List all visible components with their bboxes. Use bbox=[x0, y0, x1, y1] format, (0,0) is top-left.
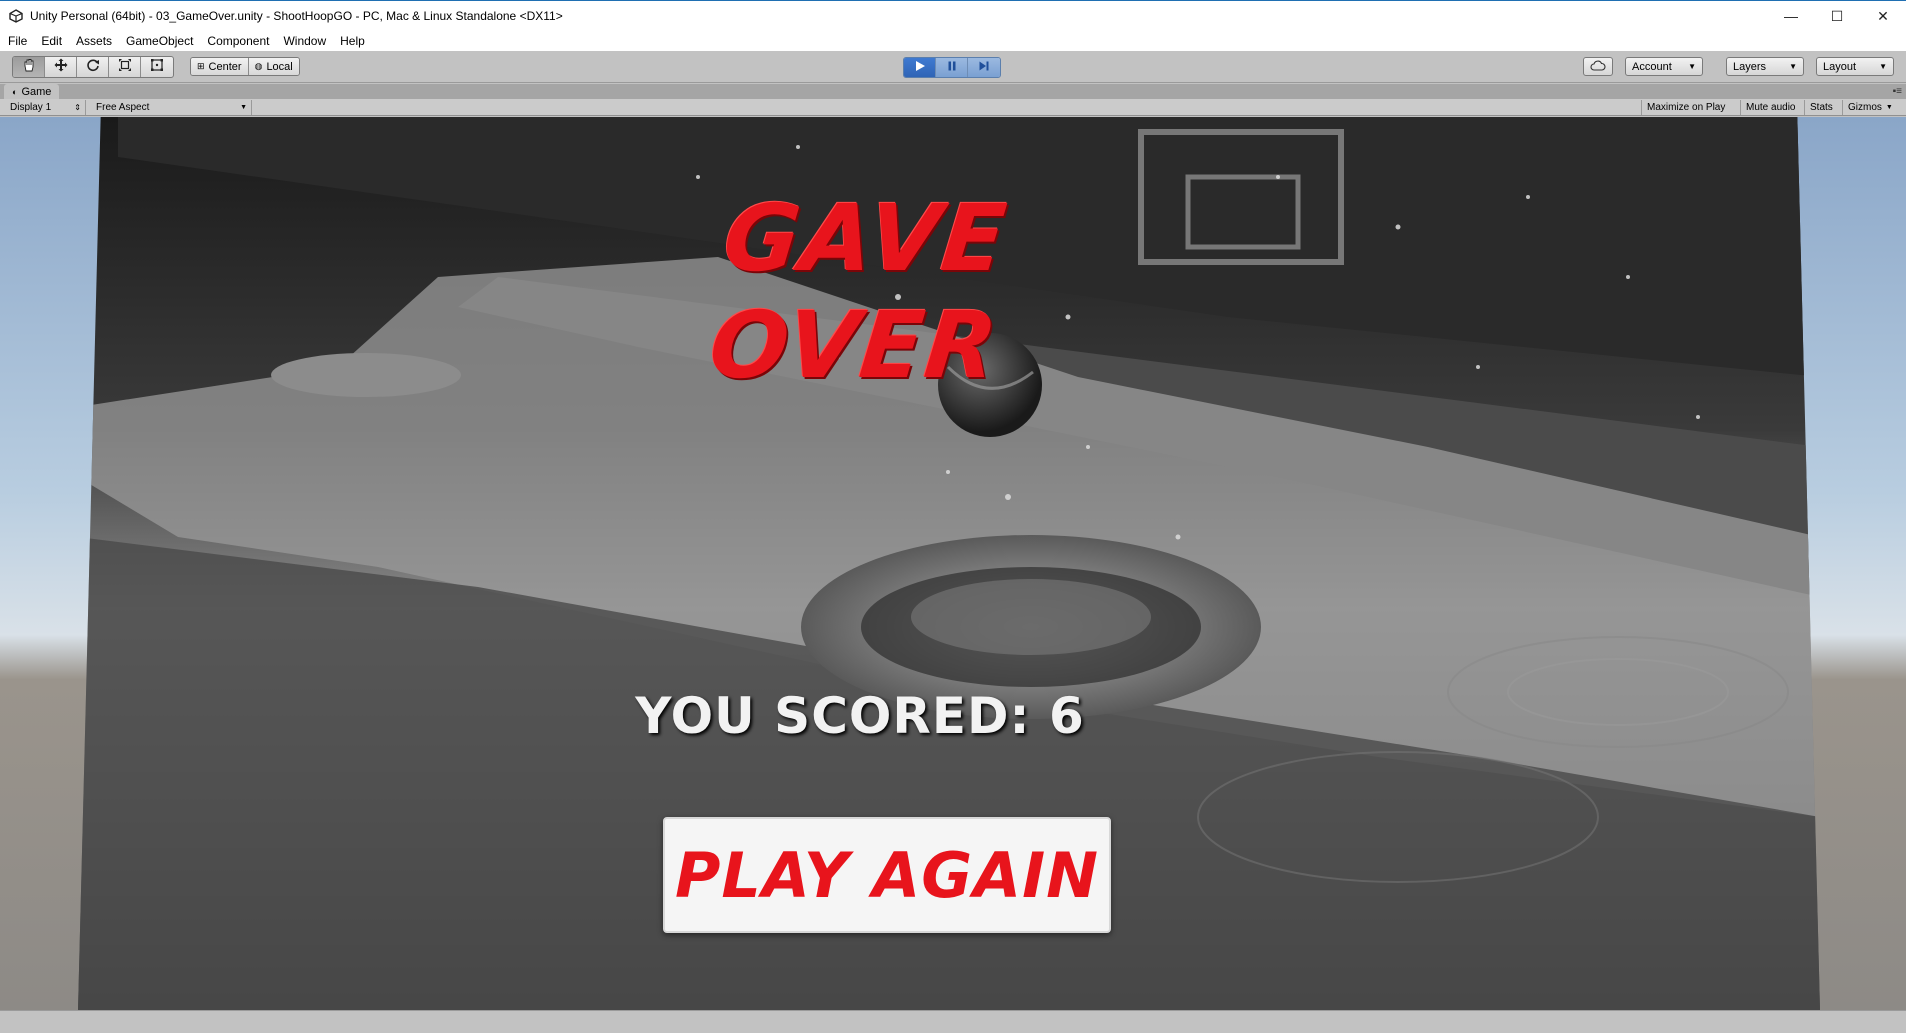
panel-tab-bar: ◐ Game ▪≡ bbox=[0, 84, 1906, 99]
hand-icon bbox=[22, 58, 36, 77]
local-space-icon: ◍ bbox=[254, 61, 263, 71]
playback-controls bbox=[903, 57, 1001, 78]
maximize-button[interactable]: ☐ bbox=[1814, 1, 1860, 31]
display-label: Display 1 bbox=[10, 102, 52, 113]
pivot-local-button[interactable]: ◍ Local bbox=[248, 58, 299, 75]
mute-audio-toggle[interactable]: Mute audio bbox=[1740, 100, 1804, 115]
score-text: YOU SCORED: 6 bbox=[635, 687, 1085, 745]
tab-game-label: Game bbox=[21, 85, 52, 98]
menu-help[interactable]: Help bbox=[333, 34, 372, 48]
move-icon bbox=[54, 58, 68, 77]
game-over-title: GAVE OVER bbox=[704, 185, 1013, 399]
aspect-dropdown[interactable]: Free Aspect ▼ bbox=[92, 100, 252, 115]
pivot-local-label: Local bbox=[266, 60, 293, 73]
window-title-bar: Unity Personal (64bit) - 03_GameOver.uni… bbox=[0, 0, 1906, 31]
center-pivot-icon: ⊞ bbox=[197, 61, 205, 71]
gizmos-dropdown[interactable]: Gizmos ▼ bbox=[1842, 100, 1902, 115]
rect-tool-button[interactable] bbox=[141, 57, 173, 77]
dropdown-arrow-icon: ▼ bbox=[1879, 62, 1887, 71]
move-tool-button[interactable] bbox=[45, 57, 77, 77]
display-dropdown[interactable]: Display 1 ⇕ bbox=[6, 100, 86, 115]
game-view-controls: Display 1 ⇕ Free Aspect ▼ Maximize on Pl… bbox=[0, 99, 1906, 116]
maximize-on-play-label: Maximize on Play bbox=[1647, 102, 1726, 113]
dropdown-arrow-icon: ▼ bbox=[1688, 62, 1696, 71]
menu-window[interactable]: Window bbox=[276, 34, 333, 48]
cloud-icon bbox=[1590, 60, 1606, 74]
game-view-icon: ◐ bbox=[12, 86, 18, 97]
play-again-label: PLAY AGAIN bbox=[674, 838, 1100, 912]
maximize-on-play-toggle[interactable]: Maximize on Play bbox=[1641, 100, 1740, 115]
account-dropdown[interactable]: Account ▼ bbox=[1625, 57, 1703, 76]
menu-gameobject[interactable]: GameObject bbox=[119, 34, 200, 48]
step-button[interactable] bbox=[968, 58, 1000, 77]
play-button[interactable] bbox=[904, 58, 936, 77]
updown-arrow-icon: ⇕ bbox=[74, 103, 81, 112]
dropdown-arrow-icon: ▼ bbox=[1789, 62, 1797, 71]
dropdown-arrow-icon: ▼ bbox=[1885, 104, 1893, 111]
layers-dropdown[interactable]: Layers ▼ bbox=[1726, 57, 1804, 76]
transform-tools bbox=[12, 56, 174, 78]
panel-menu-icon[interactable]: ▪≡ bbox=[1893, 86, 1902, 97]
play-again-button[interactable]: PLAY AGAIN bbox=[663, 817, 1111, 933]
menu-bar: File Edit Assets GameObject Component Wi… bbox=[0, 31, 1906, 51]
pivot-center-label: Center bbox=[208, 60, 242, 73]
collab-cloud-button[interactable] bbox=[1583, 57, 1613, 76]
stats-label: Stats bbox=[1810, 102, 1833, 113]
rotate-icon bbox=[86, 58, 100, 77]
pause-icon bbox=[946, 59, 958, 77]
window-title: Unity Personal (64bit) - 03_GameOver.uni… bbox=[30, 9, 563, 23]
aspect-label: Free Aspect bbox=[96, 102, 150, 113]
step-icon bbox=[978, 59, 990, 77]
layers-label: Layers bbox=[1733, 60, 1767, 73]
menu-component[interactable]: Component bbox=[200, 34, 276, 48]
rect-transform-icon bbox=[150, 58, 164, 77]
pause-button[interactable] bbox=[936, 58, 968, 77]
scale-icon bbox=[118, 58, 132, 77]
menu-edit[interactable]: Edit bbox=[34, 34, 69, 48]
account-label: Account bbox=[1632, 60, 1672, 73]
window-controls: — ☐ ✕ bbox=[1768, 1, 1906, 31]
close-button[interactable]: ✕ bbox=[1860, 1, 1906, 31]
unity-logo-icon bbox=[8, 8, 24, 24]
rotate-tool-button[interactable] bbox=[77, 57, 109, 77]
layout-dropdown[interactable]: Layout ▼ bbox=[1816, 57, 1894, 76]
status-bar bbox=[0, 1010, 1906, 1033]
gizmos-label: Gizmos bbox=[1848, 102, 1882, 113]
main-toolbar: ⊞ Center ◍ Local Account ▼ Layers ▼ Layo… bbox=[0, 51, 1906, 83]
play-icon bbox=[914, 59, 926, 77]
hand-tool-button[interactable] bbox=[13, 57, 45, 77]
minimize-button[interactable]: — bbox=[1768, 1, 1814, 31]
stats-toggle[interactable]: Stats bbox=[1804, 100, 1842, 115]
layout-label: Layout bbox=[1823, 60, 1857, 73]
tab-game[interactable]: ◐ Game bbox=[4, 84, 60, 99]
pivot-toggles: ⊞ Center ◍ Local bbox=[190, 57, 300, 76]
menu-file[interactable]: File bbox=[0, 34, 34, 48]
scale-tool-button[interactable] bbox=[109, 57, 141, 77]
game-viewport[interactable]: GAVE OVER YOU SCORED: 6 PLAY AGAIN bbox=[0, 117, 1906, 1010]
dropdown-arrow-icon: ▼ bbox=[240, 104, 247, 111]
menu-assets[interactable]: Assets bbox=[69, 34, 119, 48]
pivot-center-button[interactable]: ⊞ Center bbox=[191, 58, 249, 75]
mute-audio-label: Mute audio bbox=[1746, 102, 1796, 113]
